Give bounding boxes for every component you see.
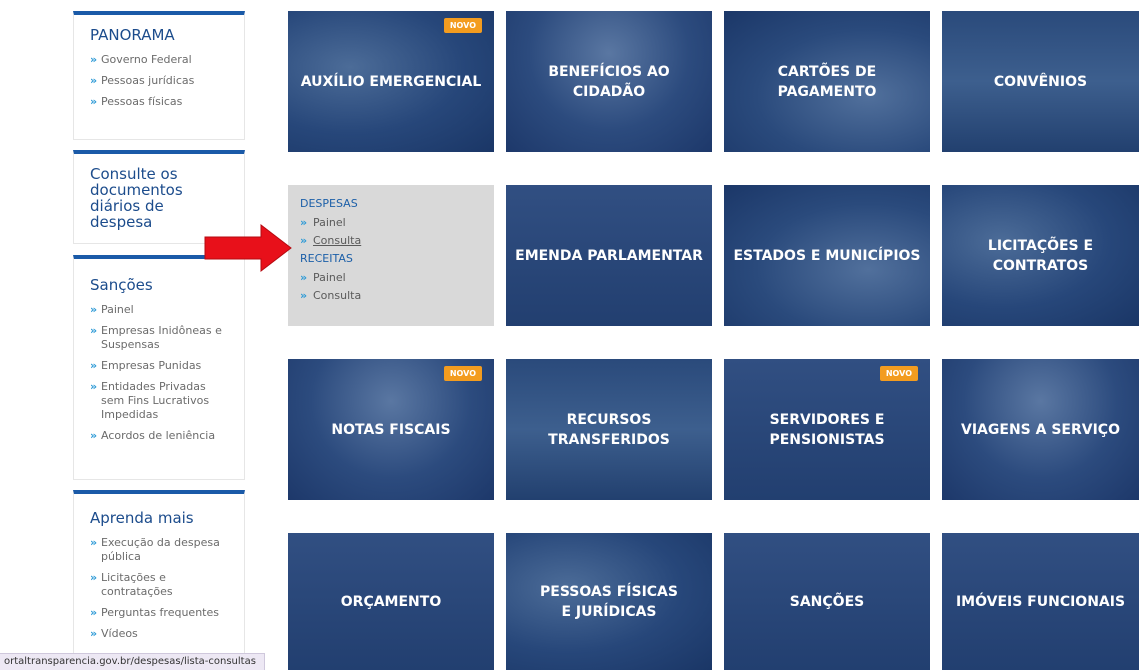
- sancoes-link-empresas-punidas[interactable]: » Empresas Punidas: [90, 359, 230, 373]
- tile-estados-municipios[interactable]: ESTADOS E MUNICÍPIOS: [724, 185, 930, 326]
- tile-recursos-transferidos[interactable]: RECURSOS TRANSFERIDOS: [506, 359, 712, 500]
- tile-label: VIAGENS A SERVIÇO: [961, 421, 1120, 438]
- tile-label: ESTADOS E MUNICÍPIOS: [733, 247, 921, 264]
- tile-imoveis-funcionais[interactable]: IMÓVEIS FUNCIONAIS: [942, 533, 1139, 670]
- panorama-link-governo-federal[interactable]: » Governo Federal: [90, 53, 230, 67]
- despesas-receitas-panel: DESPESAS » Painel » Consulta RECEITAS » Pai…: [288, 185, 494, 326]
- aprenda-link-licitacoes[interactable]: » Licitações e contratações: [90, 571, 230, 599]
- tile-notas-fiscais[interactable]: NOVO NOTAS FISCAIS: [288, 359, 494, 500]
- red-arrow-icon: [204, 223, 292, 273]
- status-bar-url: ortaltransparencia.gov.br/despesas/lista…: [0, 653, 265, 670]
- chevron-right-icon: »: [300, 271, 308, 284]
- tile-label: LICITAÇÕES E CONTRATOS: [987, 237, 1094, 274]
- sancoes-link-entidades-privadas[interactable]: » Entidades Privadas sem Fins Lucrativos …: [90, 380, 230, 422]
- tile-label: AUXÍLIO EMERGENCIAL: [300, 73, 482, 90]
- chevron-right-icon: »: [90, 627, 98, 640]
- receitas-painel-link[interactable]: » Painel: [300, 269, 482, 287]
- tile-cartoes-pagamento[interactable]: CARTÕES DE PAGAMENTO: [724, 11, 930, 152]
- tile-viagens-servico[interactable]: VIAGENS A SERVIÇO: [942, 359, 1139, 500]
- tile-label: ORÇAMENTO: [340, 593, 442, 610]
- chevron-right-icon: »: [90, 606, 98, 619]
- tile-label: CONVÊNIOS: [993, 73, 1088, 90]
- novo-badge: NOVO: [443, 366, 482, 381]
- chevron-right-icon: »: [90, 359, 98, 372]
- tile-label: CARTÕES DE PAGAMENTO: [777, 63, 877, 100]
- chevron-right-icon: »: [90, 303, 98, 316]
- sancoes-link-empresas-inidoneas[interactable]: » Empresas Inidôneas e Suspensas: [90, 324, 230, 352]
- tile-label: SERVIDORES E PENSIONISTAS: [769, 411, 885, 448]
- despesas-painel-link[interactable]: » Painel: [300, 214, 482, 232]
- tile-beneficios-cidadao[interactable]: BENEFÍCIOS AO CIDADÃO: [506, 11, 712, 152]
- tile-orcamento[interactable]: ORÇAMENTO: [288, 533, 494, 670]
- tile-licitacoes-contratos[interactable]: LICITAÇÕES E CONTRATOS: [942, 185, 1139, 326]
- tile-sancoes[interactable]: SANÇÕES: [724, 533, 930, 670]
- novo-badge: NOVO: [443, 18, 482, 33]
- tile-label: IMÓVEIS FUNCIONAIS: [955, 593, 1126, 610]
- novo-badge: NOVO: [879, 366, 918, 381]
- panorama-link-pessoas-fisicas[interactable]: » Pessoas físicas: [90, 95, 230, 109]
- chevron-right-icon: »: [90, 536, 98, 549]
- despesas-consulta-link[interactable]: » Consulta: [300, 232, 482, 250]
- tile-convenios[interactable]: CONVÊNIOS: [942, 11, 1139, 152]
- tile-auxilio-emergencial[interactable]: NOVO AUXÍLIO EMERGENCIAL: [288, 11, 494, 152]
- chevron-right-icon: »: [300, 234, 308, 247]
- tile-pessoas-fisicas-juridicas[interactable]: PESSOAS FÍSICAS E JURÍDICAS: [506, 533, 712, 670]
- tile-servidores-pensionistas[interactable]: NOVO SERVIDORES E PENSIONISTAS: [724, 359, 930, 500]
- aprenda-list: » Execução da despesa pública » Licitações…: [90, 536, 230, 641]
- chevron-right-icon: »: [90, 53, 98, 66]
- panorama-box: PANORAMA » Governo Federal » Pessoas juríd…: [73, 11, 245, 140]
- aprenda-title: Aprenda mais: [90, 509, 194, 527]
- chevron-right-icon: »: [90, 571, 98, 584]
- aprenda-link-videos[interactable]: » Vídeos: [90, 627, 230, 641]
- aprenda-link-execucao[interactable]: » Execução da despesa pública: [90, 536, 230, 564]
- tile-label: RECURSOS TRANSFERIDOS: [548, 411, 670, 448]
- chevron-right-icon: »: [90, 74, 98, 87]
- chevron-right-icon: »: [90, 324, 98, 337]
- chevron-right-icon: »: [90, 429, 98, 442]
- tile-label: EMENDA PARLAMENTAR: [515, 247, 703, 264]
- despesas-heading[interactable]: DESPESAS: [300, 197, 482, 210]
- sancoes-title: Sanções: [90, 276, 153, 294]
- sancoes-link-acordos-leniencia[interactable]: » Acordos de leniência: [90, 429, 230, 443]
- sancoes-list: » Painel » Empresas Inidôneas e Suspensas …: [90, 303, 230, 443]
- sancoes-link-painel[interactable]: » Painel: [90, 303, 230, 317]
- aprenda-link-perguntas[interactable]: » Perguntas frequentes: [90, 606, 230, 620]
- aprenda-box: Aprenda mais » Execução da despesa públic…: [73, 490, 245, 670]
- tile-label: SANÇÕES: [789, 593, 865, 610]
- panorama-link-pessoas-juridicas[interactable]: » Pessoas jurídicas: [90, 74, 230, 88]
- tile-label: PESSOAS FÍSICAS E JURÍDICAS: [540, 583, 678, 620]
- consulte-documentos-link[interactable]: Consulte os documentos diários de despes…: [90, 166, 230, 230]
- chevron-right-icon: »: [300, 289, 308, 302]
- chevron-right-icon: »: [90, 95, 98, 108]
- chevron-right-icon: »: [90, 380, 98, 393]
- panorama-title: PANORAMA: [90, 26, 175, 44]
- chevron-right-icon: »: [300, 216, 308, 229]
- receitas-consulta-link[interactable]: » Consulta: [300, 287, 482, 305]
- tile-emenda-parlamentar[interactable]: EMENDA PARLAMENTAR: [506, 185, 712, 326]
- sancoes-box: Sanções » Painel » Empresas Inidôneas e Su…: [73, 255, 245, 480]
- tile-label: BENEFÍCIOS AO CIDADÃO: [548, 63, 670, 100]
- tile-label: NOTAS FISCAIS: [331, 421, 451, 438]
- panorama-list: » Governo Federal » Pessoas jurídicas » Pes…: [90, 53, 230, 109]
- receitas-heading[interactable]: RECEITAS: [300, 252, 482, 265]
